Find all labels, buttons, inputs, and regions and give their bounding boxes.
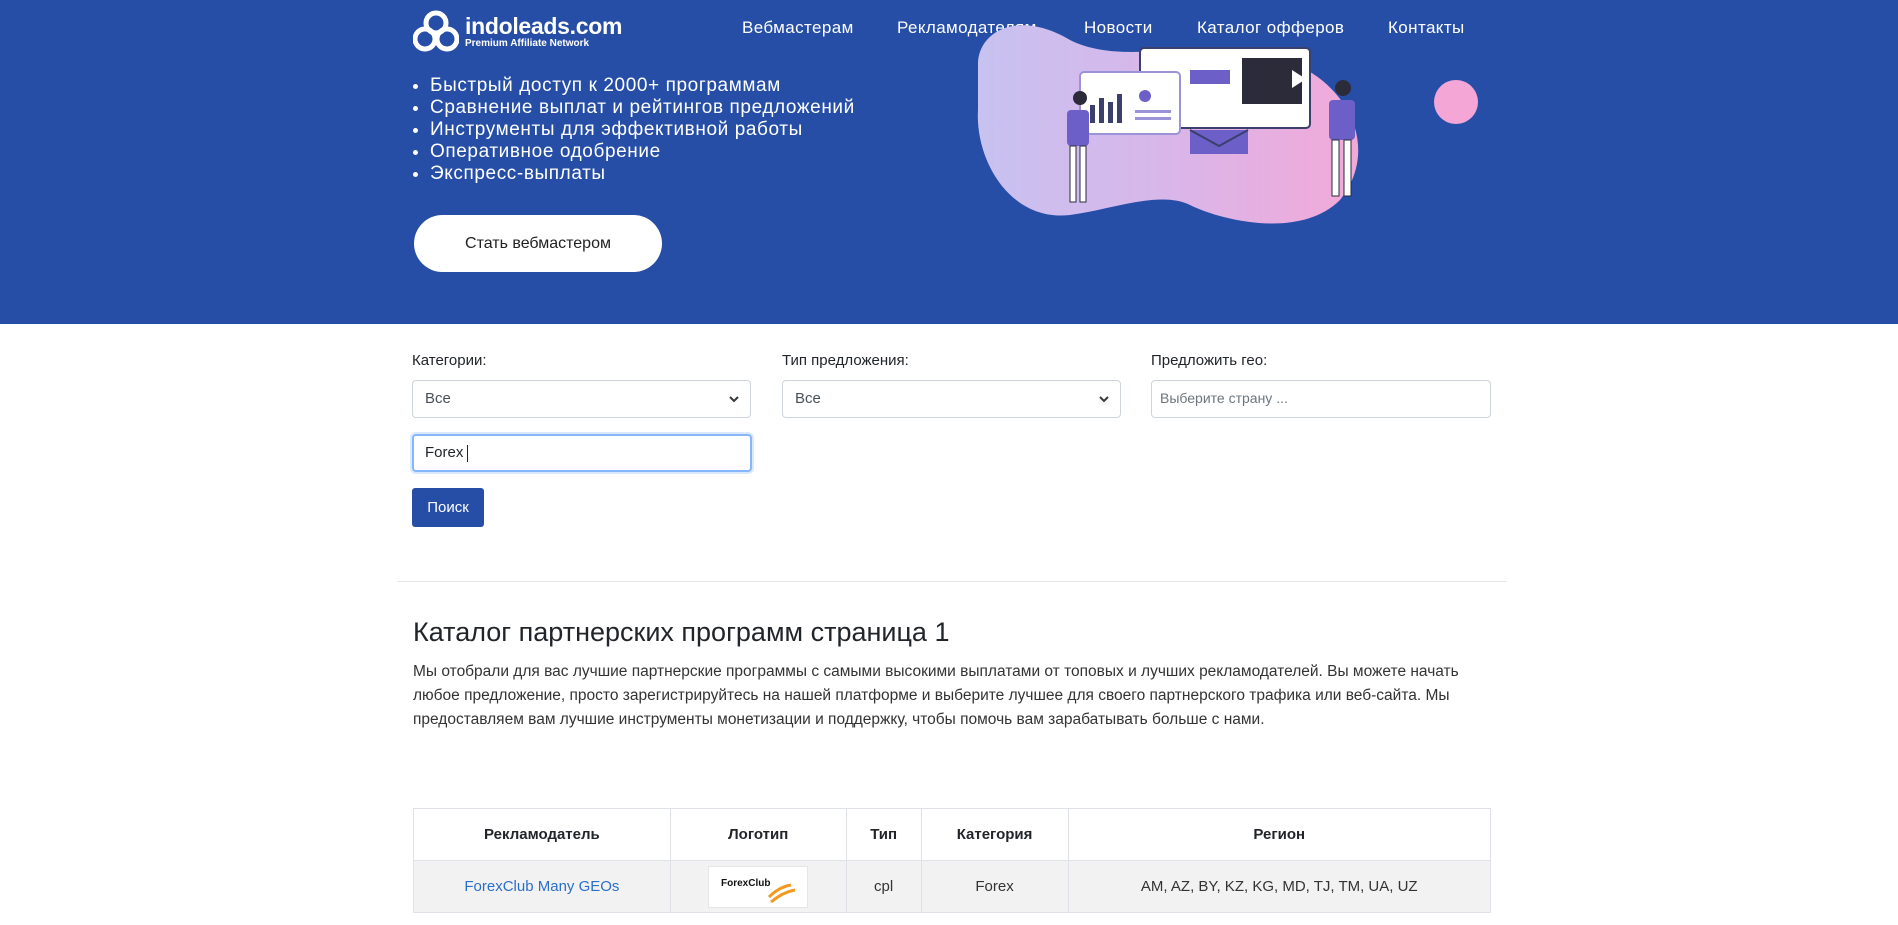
feature-item: Оперативное одобрение: [430, 141, 855, 163]
table-row: ForexClub Many GEOs ForexClub cpl Forex …: [413, 860, 1491, 913]
geo-input[interactable]: Выберите страну ...: [1151, 380, 1491, 418]
feature-item: Экспресс-выплаты: [430, 163, 855, 185]
catalog-description: Мы отобрали для вас лучшие партнерские п…: [413, 663, 1459, 728]
page-title: Каталог партнерских программ страница 1: [413, 617, 950, 647]
column-header: Рекламодатель: [413, 808, 671, 861]
nav-webmasters[interactable]: Вебмастерам: [742, 18, 854, 38]
main-nav: Вебмастерам Рекламодателям Новости Катал…: [0, 18, 1898, 40]
category-cell: Forex: [920, 860, 1069, 913]
feature-item: Инструменты для эффективной работы: [430, 119, 855, 141]
text-caret: [467, 444, 469, 462]
section-divider: [397, 581, 1507, 582]
geo-label: Предложить гео:: [1151, 352, 1268, 369]
offer-type-label: Тип предложения:: [782, 352, 909, 369]
region-cell: AM, AZ, BY, KZ, KG, MD, TJ, TM, UA, UZ: [1067, 860, 1491, 913]
feature-item: Быстрый доступ к 2000+ программам: [430, 75, 855, 97]
search-input[interactable]: Forex: [412, 434, 752, 472]
offer-type-select[interactable]: Все: [782, 380, 1121, 418]
category-select[interactable]: Все: [412, 380, 751, 418]
chevron-down-icon: [729, 396, 739, 403]
forexclub-logo-icon: ForexClub: [721, 878, 796, 903]
column-header: Тип: [845, 808, 922, 861]
advertiser-link[interactable]: ForexClub Many GEOs: [464, 878, 619, 895]
column-header: Логотип: [669, 808, 847, 861]
type-cell: cpl: [845, 860, 922, 913]
svg-text:ForexClub: ForexClub: [721, 878, 770, 889]
offers-table: Рекламодатель Логотип Тип Категория Реги…: [413, 808, 1491, 913]
table-header-row: Рекламодатель Логотип Тип Категория Реги…: [413, 808, 1491, 861]
chevron-down-icon: [1099, 396, 1109, 403]
category-label: Категории:: [412, 352, 487, 369]
column-header: Регион: [1067, 808, 1491, 861]
hero-illustration: [977, 25, 1478, 224]
feature-item: Сравнение выплат и рейтингов предложений: [430, 97, 855, 119]
features-list: Быстрый доступ к 2000+ программам Сравне…: [430, 75, 855, 185]
hero-section: indoleads.com Premium Affiliate Network …: [0, 0, 1898, 324]
search-button[interactable]: Поиск: [412, 488, 484, 527]
become-webmaster-button[interactable]: Стать вебмастером: [414, 215, 662, 272]
column-header: Категория: [920, 808, 1069, 861]
advertiser-logo[interactable]: ForexClub: [708, 865, 809, 908]
